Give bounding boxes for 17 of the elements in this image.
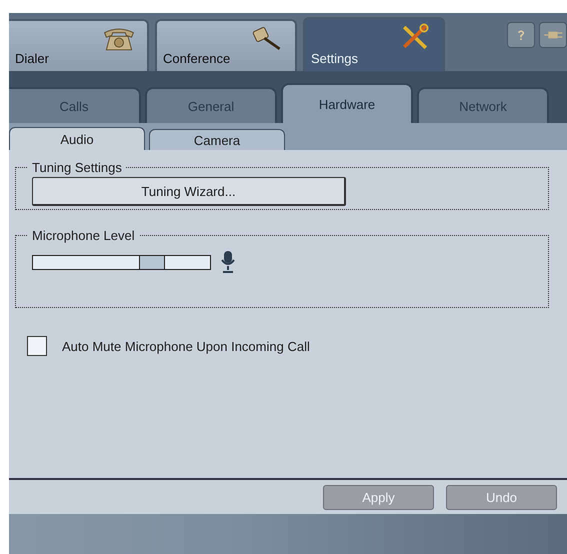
slider-thumb[interactable] [138,256,165,268]
plug-button[interactable] [539,22,567,48]
device-tab[interactable]: Camera [149,129,285,150]
tuning-wizard-button[interactable]: Tuning Wizard... [32,177,346,206]
auto-mute-checkbox[interactable] [27,336,47,356]
question-mark-icon [515,28,527,42]
device-tab[interactable]: Audio [9,127,145,150]
main-tab[interactable]: Dialer [9,19,149,71]
category-tab[interactable]: Hardware [281,83,413,123]
microphone-icon [221,251,235,273]
help-button[interactable] [507,22,535,48]
group-title: Tuning Settings [31,160,123,175]
auto-mute-label: Auto Mute Microphone Upon Incoming Call [62,338,310,354]
main-tab[interactable]: Settings [303,17,445,71]
group-title: Microphone Level [31,228,136,243]
main-tab[interactable]: Conference [155,19,297,71]
microphone-level-slider[interactable] [32,254,211,270]
